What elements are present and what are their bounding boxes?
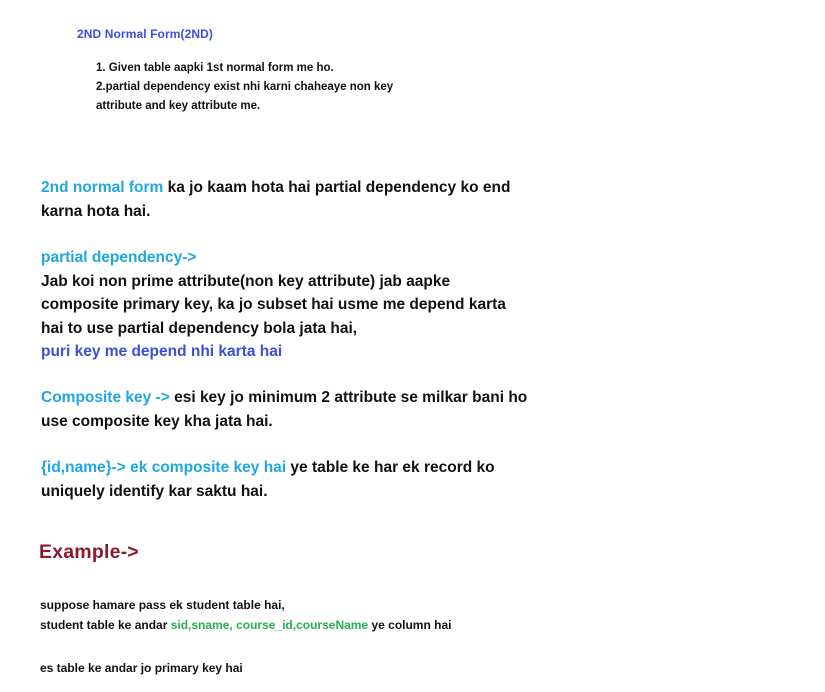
highlight-term: Composite key -> <box>41 389 170 406</box>
intro-list: 1. Given table aapki 1st normal form me … <box>96 59 516 116</box>
intro-line-1: 1. Given table aapki 1st normal form me … <box>96 62 334 74</box>
example-text: ye column hai <box>368 618 452 632</box>
paragraph-line: uniquely identify kar saktu hai. <box>41 482 268 500</box>
paragraph-text: ka jo kaam hota hai partial dependency k… <box>163 179 511 196</box>
paragraph-text: ye table ke har ek record ko <box>286 459 495 476</box>
paragraph-line: hai to use partial dependency bola jata … <box>41 319 358 337</box>
example-line-1: suppose hamare pass ek student table hai… <box>40 598 285 612</box>
intro-line-2: 2.partial dependency exist nhi karni cha… <box>96 81 394 93</box>
paragraph-line: {id,name}-> ek composite key hai ye tabl… <box>41 456 601 480</box>
example-paragraph: suppose hamare pass ek student table hai… <box>40 595 640 635</box>
highlight-term: 2nd normal form <box>41 179 164 196</box>
highlight-term: {id,name}-> ek composite key hai <box>41 459 287 476</box>
paragraph-2nf-definition: 2nd normal form ka jo kaam hota hai part… <box>41 176 601 223</box>
paragraph-line: use composite key kha jata hai. <box>41 412 273 430</box>
paragraph-partial-dependency: partial dependency-> Jab koi non prime a… <box>41 246 601 364</box>
example-heading: Example-> <box>39 541 139 563</box>
paragraph-line: Composite key -> esi key jo minimum 2 at… <box>41 386 601 410</box>
section-heading: 2ND Normal Form(2ND) <box>77 27 214 41</box>
highlight-term: partial dependency-> <box>41 249 197 266</box>
example-paragraph-2: es table ke andar jo primary key hai <box>40 658 640 678</box>
paragraph-line: composite primary key, ka jo subset hai … <box>41 296 506 313</box>
note-page: 2ND Normal Form(2ND) 1. Given table aapk… <box>0 0 825 692</box>
paragraph-composite-key-example: {id,name}-> ek composite key hai ye tabl… <box>41 456 601 503</box>
example-text: student table ke andar <box>40 618 171 632</box>
example-line-3: es table ke andar jo primary key hai <box>40 661 243 675</box>
paragraph-text: esi key jo minimum 2 attribute se milkar… <box>169 389 528 406</box>
example-line-2: student table ke andar sid,sname, course… <box>40 615 640 635</box>
paragraph-line: karna hota hai. <box>41 202 151 220</box>
column-names: sid,sname, course_id,courseName <box>170 618 369 632</box>
highlight-line: puri key me depend nhi karta hai <box>41 343 283 360</box>
paragraph-line: 2nd normal form ka jo kaam hota hai part… <box>41 176 601 200</box>
paragraph-line: Jab koi non prime attribute(non key attr… <box>41 272 451 290</box>
intro-line-3: attribute and key attribute me. <box>96 100 261 112</box>
paragraph-composite-key: Composite key -> esi key jo minimum 2 at… <box>41 386 601 433</box>
